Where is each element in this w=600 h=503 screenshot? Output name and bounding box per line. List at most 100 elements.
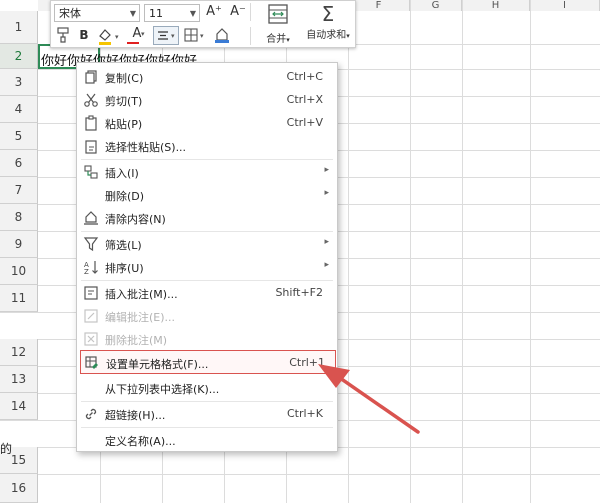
menu-item-insert-comment[interactable]: 插入批注(M)... Shift+F2	[77, 282, 337, 304]
row-header-13[interactable]: 13	[0, 366, 38, 393]
row-header-5[interactable]: 5	[0, 123, 38, 150]
menu-item-label: 删除批注(M)	[105, 334, 168, 347]
grow-font-button[interactable]: A⁺	[205, 4, 223, 19]
font-color-button[interactable]: A ▾	[125, 26, 149, 44]
submenu-arrow-icon: ▸	[324, 237, 329, 247]
menu-item-insert[interactable]: 插入(I) ▸	[77, 161, 337, 183]
menu-item-shortcut: Ctrl+V	[286, 116, 323, 129]
menu-item-filter[interactable]: 筛选(L) ▸	[77, 233, 337, 255]
row-header-4[interactable]: 4	[0, 96, 38, 123]
menu-item-sort[interactable]: A Z 排序(U) ▸	[77, 256, 337, 278]
menu-item-hyperlink[interactable]: 超链接(H)... Ctrl+K	[77, 403, 337, 425]
format-painter-button[interactable]	[55, 27, 71, 43]
menu-item-paste-special[interactable]: 选择性粘贴(S)...	[77, 135, 337, 157]
menu-item-pick-from-list[interactable]: 从下拉列表中选择(K)...	[77, 377, 337, 399]
column-header-g[interactable]: G	[410, 0, 462, 11]
column-header-f[interactable]: F	[348, 0, 410, 11]
chevron-down-icon: ▼	[189, 9, 196, 18]
row-header-2[interactable]: 2	[0, 44, 38, 69]
bold-button[interactable]: B	[77, 28, 91, 42]
column-header-h[interactable]: H	[462, 0, 530, 11]
eraser-icon	[84, 211, 98, 225]
font-size-select[interactable]: 11 ▼	[144, 4, 200, 22]
row-header-1[interactable]: 1	[0, 11, 38, 44]
mini-format-toolbar: 宋体 ▼ 11 ▼ A⁺ A⁻ B ▾ A ▾ ▾ ▾ 合并▾ Σ 自动求和▾	[50, 0, 356, 48]
menu-item-clear-contents[interactable]: 清除内容(N)	[77, 207, 337, 229]
autosum-button[interactable]: Σ 自动求和▾	[303, 3, 353, 41]
paste-special-icon	[85, 140, 97, 154]
menu-item-define-name[interactable]: 定义名称(A)...	[77, 429, 337, 451]
menu-item-format-cells[interactable]: 设置单元格格式(F)... Ctrl+1	[80, 350, 336, 374]
borders-button[interactable]: ▾	[183, 26, 209, 44]
link-icon	[85, 408, 97, 420]
chevron-down-icon: ▾	[346, 32, 350, 40]
row-header-11[interactable]: 11	[0, 285, 38, 312]
insert-icon	[84, 165, 98, 179]
menu-item-label: 定义名称(A)...	[105, 435, 176, 448]
menu-item-label: 超链接(H)...	[105, 409, 166, 422]
row-header-6[interactable]: 6	[0, 150, 38, 177]
autosum-label: 自动求和	[306, 30, 347, 41]
svg-text:▾: ▾	[115, 33, 119, 41]
cut-off-text-fragment: 的	[0, 442, 13, 456]
merge-button[interactable]: 合并▾	[256, 3, 300, 45]
font-name-select[interactable]: 宋体 ▼	[54, 4, 140, 22]
menu-item-label: 插入批注(M)...	[105, 288, 178, 301]
fill-bucket-icon: ▾	[99, 29, 119, 45]
submenu-arrow-icon: ▸	[324, 165, 329, 175]
row-header-12[interactable]: 12	[0, 339, 38, 366]
menu-item-label: 插入(I)	[105, 167, 139, 180]
menu-item-shortcut: Ctrl+1	[289, 356, 325, 369]
filter-icon	[83, 237, 99, 252]
row-header-3[interactable]: 3	[0, 69, 38, 96]
font-color-bar	[127, 42, 139, 44]
menu-item-label: 筛选(L)	[105, 239, 142, 252]
paste-icon	[85, 115, 97, 131]
fill-color-button[interactable]: ▾	[97, 27, 121, 45]
menu-item-label: 粘贴(P)	[105, 118, 143, 131]
merge-cells-icon	[268, 4, 288, 24]
menu-item-delete[interactable]: 删除(D) ▸	[77, 184, 337, 206]
svg-text:▾: ▾	[200, 32, 204, 40]
format-painter-icon	[57, 27, 69, 43]
chevron-down-icon: ▾	[286, 36, 290, 44]
merge-label: 合并	[266, 34, 287, 45]
row-header-9[interactable]: 9	[0, 231, 38, 258]
row-header-8[interactable]: 8	[0, 204, 38, 231]
menu-item-delete-comment: 删除批注(M)	[77, 328, 337, 350]
copy-icon	[85, 70, 97, 84]
menu-item-label: 剪切(T)	[105, 95, 143, 108]
menu-item-copy[interactable]: 复制(C) Ctrl+C	[77, 66, 337, 88]
menu-item-label: 选择性粘贴(S)...	[105, 141, 187, 154]
row-header-14[interactable]: 14	[0, 393, 38, 420]
row-header-7[interactable]: 7	[0, 177, 38, 204]
submenu-arrow-icon: ▸	[324, 188, 329, 198]
shrink-font-button[interactable]: A⁻	[229, 4, 247, 19]
menu-item-label: 编辑批注(E)...	[105, 311, 176, 324]
submenu-arrow-icon: ▸	[324, 260, 329, 270]
comment-insert-icon	[84, 286, 98, 300]
column-header-i[interactable]: I	[530, 0, 600, 11]
align-center-button[interactable]: ▾	[153, 26, 179, 45]
row-header-16[interactable]: 16	[0, 474, 38, 503]
comment-edit-icon	[84, 309, 98, 323]
menu-item-label: 清除内容(N)	[105, 213, 166, 226]
svg-text:▾: ▾	[171, 32, 175, 40]
row-header-10[interactable]: 10	[0, 258, 38, 285]
borders-icon: ▾	[184, 28, 204, 42]
menu-item-edit-comment: 编辑批注(E)...	[77, 305, 337, 327]
clear-format-button[interactable]	[213, 26, 231, 44]
menu-item-label: 复制(C)	[105, 72, 144, 85]
context-menu: 复制(C) Ctrl+C 剪切(T) Ctrl+X 粘贴(P) Ctrl+V 选…	[76, 62, 338, 452]
align-center-icon: ▾	[158, 31, 175, 40]
menu-item-label: 删除(D)	[105, 190, 145, 203]
menu-item-shortcut: Shift+F2	[275, 286, 323, 299]
sort-icon: A Z	[84, 261, 98, 275]
menu-item-cut[interactable]: 剪切(T) Ctrl+X	[77, 89, 337, 111]
font-size-value: 11	[149, 7, 163, 20]
menu-item-shortcut: Ctrl+X	[286, 93, 323, 106]
menu-item-paste[interactable]: 粘贴(P) Ctrl+V	[77, 112, 337, 134]
font-name-value: 宋体	[59, 7, 81, 20]
eraser-icon	[215, 28, 229, 43]
format-cells-icon	[85, 356, 98, 369]
